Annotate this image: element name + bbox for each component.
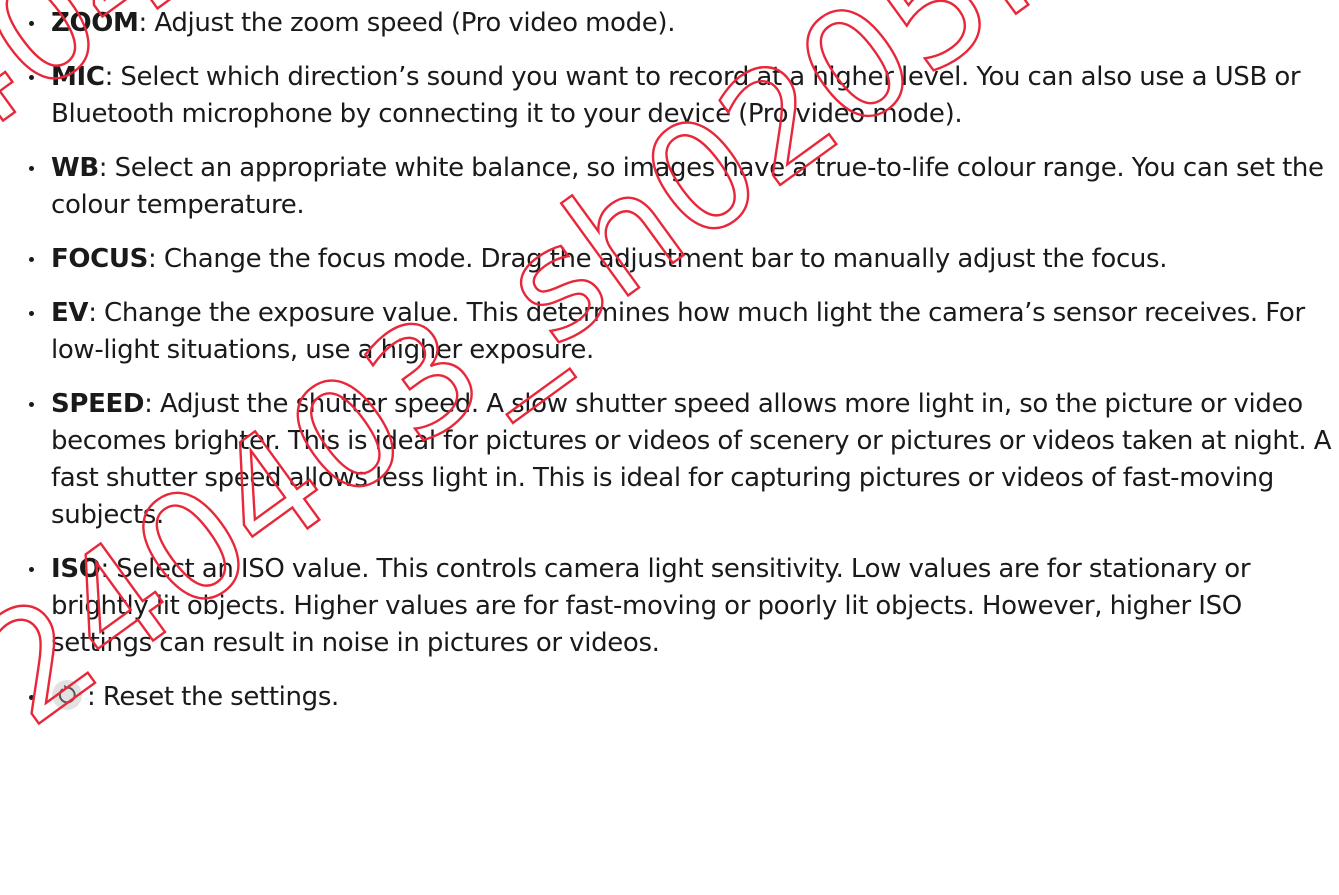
reset-icon	[51, 679, 83, 711]
list-item-mic: MIC: Select which direction’s sound you …	[0, 59, 1339, 133]
setting-term: ZOOM	[51, 8, 139, 38]
setting-description: : Select an appropriate white balance, s…	[51, 153, 1324, 220]
list-item-speed: SPEED: Adjust the shutter speed. A slow …	[0, 386, 1339, 534]
setting-term: ISO	[51, 554, 101, 584]
settings-content: ZOOM: Adjust the zoom speed (Pro video m…	[0, 0, 1339, 733]
setting-description: : Adjust the zoom speed (Pro video mode)…	[138, 8, 676, 38]
setting-term: MIC	[51, 62, 105, 92]
list-item-zoom: ZOOM: Adjust the zoom speed (Pro video m…	[0, 5, 1339, 42]
setting-description: : Select an ISO value. This controls cam…	[51, 554, 1251, 658]
list-item-focus: FOCUS: Change the focus mode. Drag the a…	[0, 241, 1339, 278]
setting-description: : Change the exposure value. This determ…	[51, 298, 1305, 365]
list-item-ev: EV: Change the exposure value. This dete…	[0, 295, 1339, 369]
pro-video-settings-list: ZOOM: Adjust the zoom speed (Pro video m…	[0, 5, 1339, 716]
list-item-wb: WB: Select an appropriate white balance,…	[0, 150, 1339, 224]
list-item-reset: : Reset the settings.	[0, 679, 1339, 716]
setting-description: : Change the focus mode. Drag the adjust…	[148, 244, 1168, 274]
setting-term: EV	[51, 298, 89, 328]
setting-description: : Select which direction’s sound you wan…	[51, 62, 1301, 129]
setting-description: : Adjust the shutter speed. A slow shutt…	[51, 389, 1332, 530]
setting-term: WB	[51, 153, 99, 183]
setting-term: SPEED	[51, 389, 145, 419]
list-item-iso: ISO: Select an ISO value. This controls …	[0, 551, 1339, 662]
setting-description: : Reset the settings.	[87, 682, 339, 712]
setting-term: FOCUS	[51, 244, 149, 274]
